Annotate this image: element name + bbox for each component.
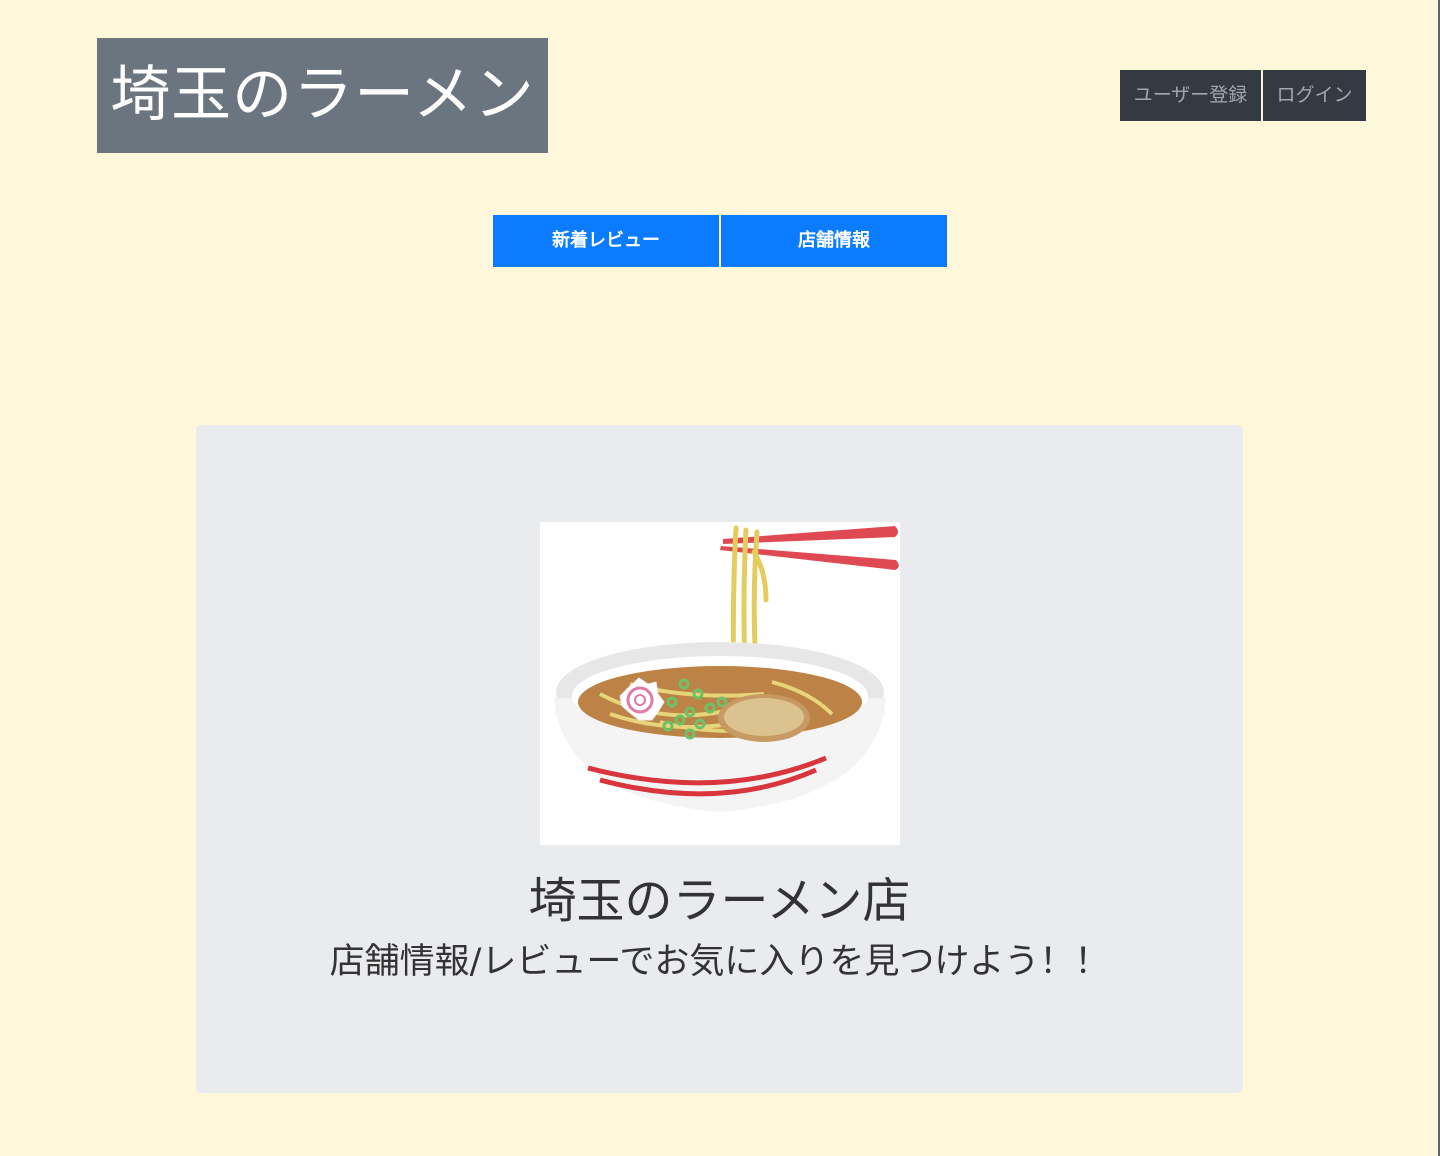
main-navigation: 新着レビュー 店舗情報 [493,215,947,267]
site-title-logo[interactable]: 埼玉のラーメン [97,38,548,153]
hero-jumbotron: 埼玉のラーメン店 店舗情報/レビューでお気に入りを見つけよう！！ [196,425,1243,1093]
auth-navigation: ユーザー登録 ログイン [1120,70,1366,121]
new-reviews-button[interactable]: 新着レビュー [493,215,719,267]
chashu-icon [718,694,810,742]
login-button[interactable]: ログイン [1263,70,1366,121]
ramen-bowl-image [540,522,900,845]
hero-title: 埼玉のラーメン店 [528,873,911,929]
shop-info-button[interactable]: 店舗情報 [721,215,947,267]
hero-subtitle: 店舗情報/レビューでお気に入りを見つけよう！！ [329,942,1110,982]
register-button[interactable]: ユーザー登録 [1120,70,1261,121]
